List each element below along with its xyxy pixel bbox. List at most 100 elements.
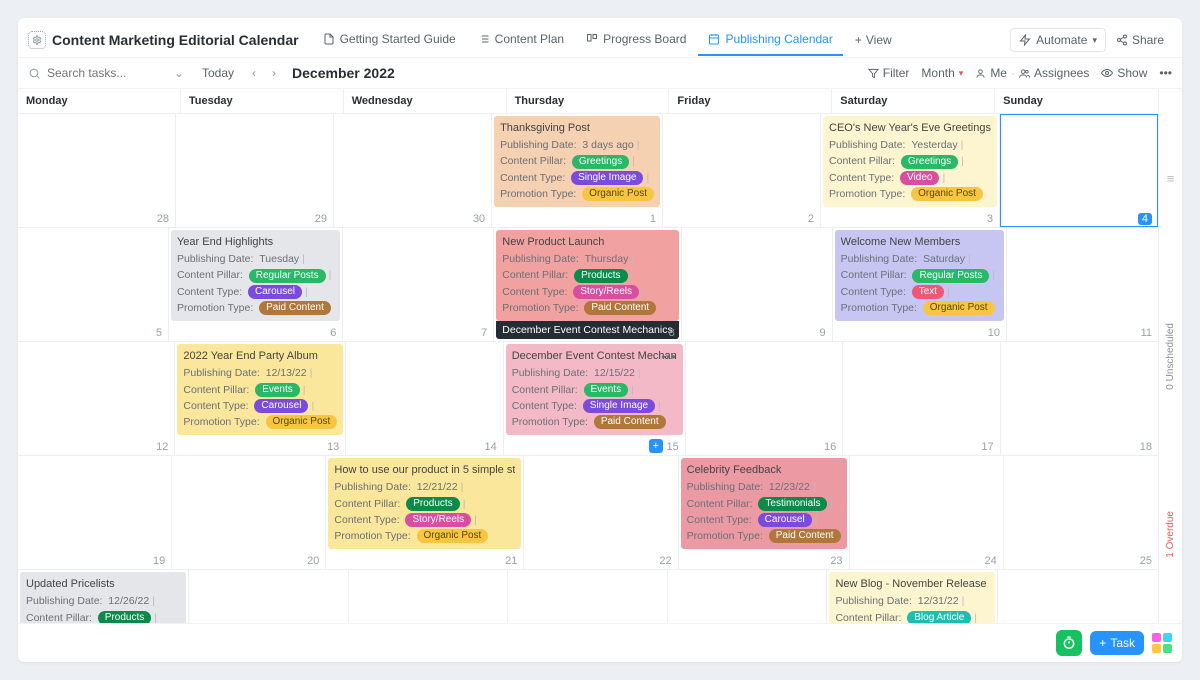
- calendar-cell[interactable]: CEO's New Year's Eve GreetingsPublishing…: [821, 114, 1000, 227]
- day-header: Saturday: [832, 89, 995, 113]
- calendar-cell[interactable]: 20: [172, 456, 326, 569]
- calendar-cell[interactable]: 7: [343, 228, 494, 341]
- calendar-cell[interactable]: 25: [1004, 456, 1158, 569]
- share-button[interactable]: Share: [1108, 29, 1172, 51]
- day-number: 25: [1140, 555, 1152, 567]
- task-card[interactable]: New Product LaunchPublishing Date: Thurs…: [496, 230, 678, 321]
- day-number: 29: [315, 213, 327, 225]
- calendar-cell[interactable]: Thanksgiving PostPublishing Date: 3 days…: [492, 114, 663, 227]
- promotion-tag: Paid Content: [769, 529, 841, 543]
- prev-month-button[interactable]: ‹: [248, 66, 260, 80]
- calendar-cell[interactable]: 24: [850, 456, 1004, 569]
- calendar-cell[interactable]: December Event Contest Mechan•••Publishi…: [504, 342, 686, 455]
- calendar-cell[interactable]: 16: [686, 342, 843, 455]
- more-button[interactable]: •••: [1159, 66, 1172, 80]
- calendar-cell[interactable]: 27: [189, 570, 349, 623]
- calendar-cell[interactable]: Celebrity FeedbackPublishing Date: 12/23…: [679, 456, 850, 569]
- calendar-cell[interactable]: Welcome New MembersPublishing Date: Satu…: [833, 228, 1007, 341]
- day-header: Thursday: [507, 89, 670, 113]
- calendar-cell[interactable]: 28: [18, 114, 176, 227]
- card-title: 2022 Year End Party Album: [183, 348, 337, 365]
- rail-handle[interactable]: ≡: [1159, 89, 1182, 267]
- day-number: 15: [667, 441, 679, 453]
- tab-content-plan[interactable]: Content Plan: [468, 24, 574, 56]
- calendar-cell[interactable]: Year End HighlightsPublishing Date: Tues…: [169, 228, 343, 341]
- calendar-cell[interactable]: New Blog - November ReleasePublishing Da…: [827, 570, 998, 623]
- add-task-chip[interactable]: +: [649, 439, 663, 453]
- calendar-cell[interactable]: 9: [682, 228, 833, 341]
- task-card[interactable]: How to use our product in 5 simple stPub…: [328, 458, 521, 549]
- pillar-tag: Products: [98, 611, 151, 623]
- day-number: 19: [153, 555, 165, 567]
- apps-button[interactable]: [1152, 633, 1172, 653]
- day-of-week-header: MondayTuesdayWednesdayThursdayFridaySatu…: [18, 89, 1158, 114]
- tab-publishing-calendar[interactable]: Publishing Calendar: [698, 24, 842, 56]
- task-card[interactable]: Thanksgiving PostPublishing Date: 3 days…: [494, 116, 660, 207]
- calendar-grid: 282930Thanksgiving PostPublishing Date: …: [18, 114, 1158, 623]
- calendar-cell[interactable]: 29: [508, 570, 668, 623]
- task-card[interactable]: Welcome New MembersPublishing Date: Satu…: [835, 230, 1004, 321]
- plus-icon: +: [855, 33, 862, 47]
- calendar-cell[interactable]: How to use our product in 5 simple stPub…: [326, 456, 524, 569]
- unscheduled-rail[interactable]: 0 Unscheduled: [1159, 267, 1182, 445]
- promotion-tag: Organic Post: [923, 301, 995, 315]
- calendar-icon: [708, 33, 720, 45]
- calendar-cell[interactable]: 17: [843, 342, 1000, 455]
- add-view-button[interactable]: + View: [845, 25, 902, 55]
- calendar-cell[interactable]: 29: [176, 114, 334, 227]
- calendar-cell[interactable]: 30: [668, 570, 828, 623]
- day-number: 3: [987, 213, 993, 225]
- overdue-rail[interactable]: 1 Overdue: [1159, 445, 1182, 623]
- calendar-cell[interactable]: [998, 570, 1158, 623]
- show-button[interactable]: Show: [1101, 66, 1147, 80]
- task-card[interactable]: December Event Contest Mechan•••Publishi…: [506, 344, 683, 435]
- overflow-task-bar[interactable]: December Event Contest Mechanics: [496, 321, 678, 339]
- day-number: 22: [659, 555, 671, 567]
- calendar-cell[interactable]: 28: [349, 570, 509, 623]
- today-button[interactable]: Today: [196, 64, 240, 82]
- range-button[interactable]: Month ▾: [921, 66, 963, 80]
- pillar-tag: Events: [584, 383, 629, 397]
- me-button[interactable]: Me · Assignees: [975, 66, 1089, 80]
- day-number: 7: [481, 327, 487, 339]
- task-card[interactable]: Celebrity FeedbackPublishing Date: 12/23…: [681, 458, 847, 549]
- doc-icon: [323, 33, 335, 45]
- calendar-cell[interactable]: 12: [18, 342, 175, 455]
- tab-progress-board[interactable]: Progress Board: [576, 24, 696, 56]
- calendar-cell[interactable]: 30: [334, 114, 492, 227]
- calendar-cell[interactable]: 2022 Year End Party AlbumPublishing Date…: [175, 342, 346, 455]
- space-settings-icon[interactable]: [28, 31, 46, 49]
- calendar-cell[interactable]: 5: [18, 228, 169, 341]
- users-icon: [1019, 68, 1030, 79]
- calendar-cell[interactable]: 14: [346, 342, 503, 455]
- pillar-tag: Blog Article: [907, 611, 971, 623]
- task-card[interactable]: Updated PricelistsPublishing Date: 12/26…: [20, 572, 186, 623]
- calendar-cell[interactable]: 11: [1007, 228, 1158, 341]
- next-month-button[interactable]: ›: [268, 66, 280, 80]
- tab-getting-started[interactable]: Getting Started Guide: [313, 24, 466, 56]
- calendar-cell[interactable]: New Product LaunchPublishing Date: Thurs…: [494, 228, 681, 341]
- search-input[interactable]: [47, 66, 164, 80]
- calendar-cell[interactable]: 18: [1001, 342, 1158, 455]
- task-card[interactable]: CEO's New Year's Eve GreetingsPublishing…: [823, 116, 997, 207]
- timer-fab[interactable]: [1056, 630, 1082, 656]
- calendar-cell[interactable]: 4: [1000, 114, 1158, 227]
- search-chevron-down-icon[interactable]: ⌄: [170, 66, 188, 80]
- day-number: 2: [808, 213, 814, 225]
- calendar-cell[interactable]: 2: [663, 114, 821, 227]
- pillar-tag: Events: [255, 383, 300, 397]
- card-title: How to use our product in 5 simple st: [334, 462, 515, 479]
- new-task-button[interactable]: + Task: [1090, 631, 1144, 655]
- calendar-cell[interactable]: Updated PricelistsPublishing Date: 12/26…: [18, 570, 189, 623]
- content-type-tag: Carousel: [254, 399, 308, 413]
- card-more-icon[interactable]: •••: [661, 348, 677, 367]
- promotion-tag: Paid Content: [594, 415, 666, 429]
- task-card[interactable]: New Blog - November ReleasePublishing Da…: [829, 572, 995, 623]
- automate-button[interactable]: Automate ▾: [1010, 28, 1106, 52]
- calendar-cell[interactable]: 22: [524, 456, 678, 569]
- task-card[interactable]: Year End HighlightsPublishing Date: Tues…: [171, 230, 340, 321]
- search-input-wrap[interactable]: ⌄: [28, 66, 188, 80]
- calendar-cell[interactable]: 19: [18, 456, 172, 569]
- task-card[interactable]: 2022 Year End Party AlbumPublishing Date…: [177, 344, 343, 435]
- filter-button[interactable]: Filter: [868, 66, 910, 80]
